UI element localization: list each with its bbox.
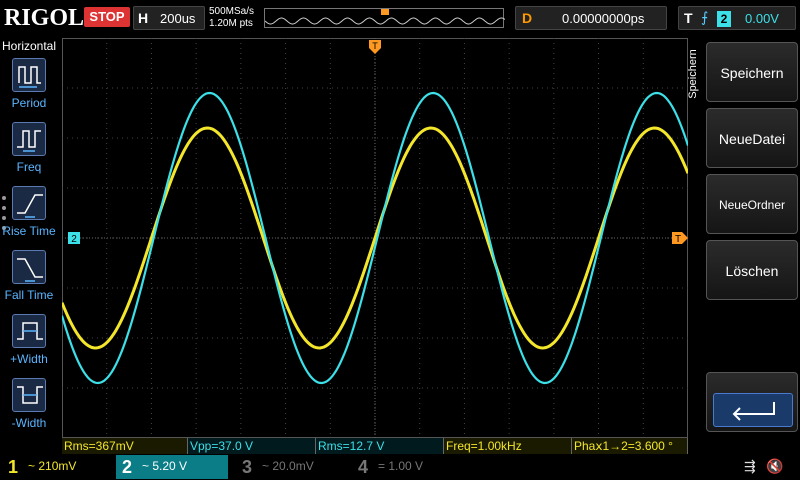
- measure-item-label: Freq: [16, 160, 42, 174]
- rise-time-icon: [12, 186, 46, 220]
- run-stop-status[interactable]: STOP: [84, 7, 130, 27]
- trigger-level: 0.00V: [745, 11, 779, 26]
- delay-value: 0.00000000ps: [562, 11, 645, 26]
- save-button[interactable]: Speichern: [706, 42, 798, 102]
- horizontal-label: H: [138, 10, 149, 26]
- channel-3-number: 3: [241, 457, 252, 477]
- channel-4-number: 4: [357, 457, 368, 477]
- mute-icon[interactable]: 🔇: [766, 458, 783, 475]
- delete-button[interactable]: Löschen: [706, 240, 798, 300]
- new-folder-button[interactable]: NeueOrdner: [706, 174, 798, 234]
- trigger-level-label: T: [675, 234, 681, 245]
- channel-2-scale: ~ 5.20 V: [142, 459, 188, 473]
- measure-item-label: Period: [11, 96, 47, 110]
- pos-width-icon: [12, 314, 46, 348]
- measure-item-pos-width[interactable]: +Width: [0, 314, 58, 378]
- usb-icon: ⇶: [744, 458, 756, 474]
- enter-button[interactable]: [706, 372, 798, 432]
- brand-logo: RIGOL: [4, 5, 85, 31]
- horizontal-measure-menu: Horizontal Period Freq Rise Time Fall Ti…: [0, 36, 58, 436]
- measure-item-label: -Width: [11, 416, 47, 430]
- sample-rate: 500MSa/s: [209, 6, 255, 17]
- measurement-phase: Phaⅹ1→2=3.600 °: [572, 438, 688, 454]
- channel-bar: 1 ~ 210mV 2 ~ 5.20 V 3 ~ 20.0mV 4 = 1.00…: [0, 454, 800, 480]
- waveform-plot: 2 T T: [60, 38, 690, 438]
- measure-item-period[interactable]: Period: [0, 58, 58, 122]
- enter-icon: [713, 393, 793, 427]
- channel-1-status[interactable]: 1 ~ 210mV: [2, 455, 112, 479]
- measure-item-label: +Width: [10, 352, 48, 366]
- menu-tab: Speichern: [686, 42, 704, 112]
- channel-2-status[interactable]: 2 ~ 5.20 V: [116, 455, 228, 479]
- measurement-ch2-rms: Rms=12.7 V: [316, 438, 444, 454]
- channel-3-status[interactable]: 3 ~ 20.0mV: [236, 455, 346, 479]
- trigger-label: T: [684, 10, 693, 26]
- fall-time-icon: [12, 250, 46, 284]
- acquisition-info: 500MSa/s 1.20M pts: [209, 6, 254, 30]
- channel-1-number: 1: [7, 457, 18, 477]
- trigger-box[interactable]: T ⨍ 2 0.00V: [678, 6, 796, 30]
- measurement-bar: Rms=367mV Vpp=37.0 V Rms=12.7 V Freq=1.0…: [62, 438, 688, 454]
- measure-item-fall-time[interactable]: Fall Time: [0, 250, 58, 314]
- measure-item-freq[interactable]: Freq: [0, 122, 58, 186]
- top-status-bar: RIGOL STOP H 200us 500MSa/s 1.20M pts D …: [0, 0, 800, 36]
- save-softkey-menu: Speichern Speichern NeueDatei NeueOrdner…: [686, 36, 800, 436]
- channel-2-number: 2: [116, 455, 138, 479]
- menu-title: Horizontal: [2, 39, 57, 53]
- memory-depth: 1.20M pts: [209, 18, 253, 29]
- delay-box[interactable]: D 0.00000000ps: [515, 6, 667, 30]
- timebase-value: 200us: [160, 11, 196, 26]
- waveform-display[interactable]: 2 T T: [60, 38, 690, 438]
- channel-3-scale: ~ 20.0mV: [262, 459, 314, 473]
- trigger-source: 2: [717, 11, 731, 27]
- channel-4-status[interactable]: 4 = 1.00 V: [352, 455, 462, 479]
- period-icon: [12, 58, 46, 92]
- channel-1-scale: ~ 210mV: [28, 459, 77, 473]
- freq-icon: [12, 122, 46, 156]
- memory-overview-waveform: [265, 9, 505, 25]
- new-file-button[interactable]: NeueDatei: [706, 108, 798, 168]
- menu-tab-label: Speichern: [686, 49, 699, 99]
- channel-4-scale: = 1.00 V: [378, 459, 424, 473]
- measure-item-neg-width[interactable]: -Width: [0, 378, 58, 442]
- measurement-ch1-rms: Rms=367mV: [62, 438, 188, 454]
- neg-width-icon: [12, 378, 46, 412]
- measurement-ch2-vpp: Vpp=37.0 V: [188, 438, 316, 454]
- measurement-ch1-freq: Freq=1.00kHz: [444, 438, 572, 454]
- trigger-position-label: T: [372, 41, 378, 51]
- memory-overview-strip: [264, 8, 505, 28]
- rising-edge-icon: ⨍: [701, 9, 709, 25]
- measure-item-label: Rise Time: [2, 224, 56, 238]
- measure-item-label: Fall Time: [4, 288, 54, 302]
- horizontal-timebase-box[interactable]: H 200us: [133, 6, 205, 30]
- measure-item-rise-time[interactable]: Rise Time: [0, 186, 58, 250]
- ch2-offset-label: 2: [71, 234, 77, 245]
- delay-label: D: [522, 10, 533, 26]
